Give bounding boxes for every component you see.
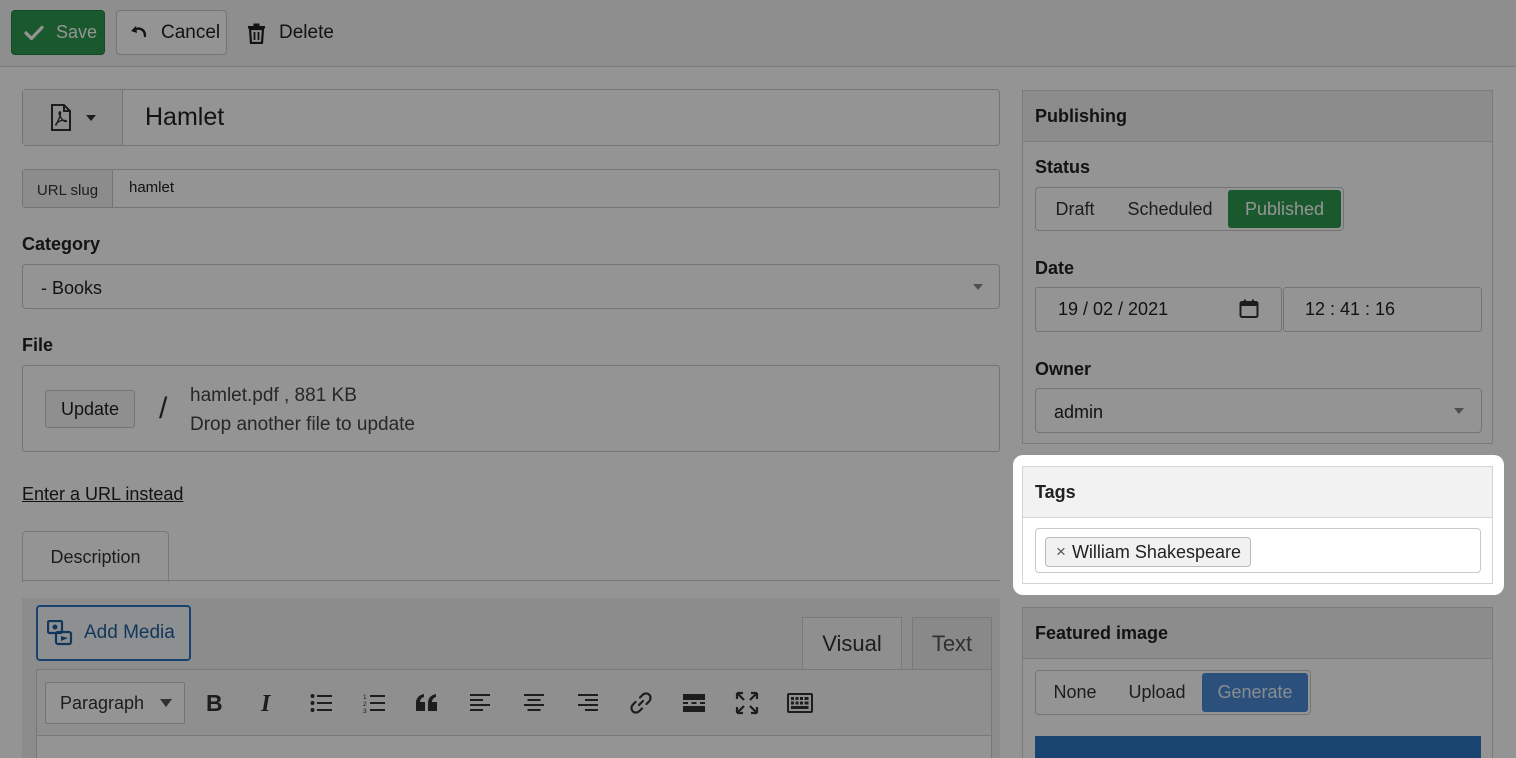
featured-image-segmented-control: None Upload Generate <box>1035 670 1311 715</box>
publishing-heading: Publishing <box>1023 91 1492 142</box>
url-slug-label: URL slug <box>23 170 113 207</box>
owner-select[interactable]: admin <box>1035 388 1482 433</box>
fullscreen-button[interactable] <box>732 688 762 718</box>
featured-none[interactable]: None <box>1038 673 1112 712</box>
status-label: Status <box>1035 157 1091 177</box>
add-media-button[interactable]: Add Media <box>36 605 191 661</box>
tab-text[interactable]: Text <box>912 617 992 670</box>
read-more-icon <box>683 694 705 712</box>
status-published[interactable]: Published <box>1228 190 1341 228</box>
align-center-icon <box>524 694 544 711</box>
trash-icon <box>248 23 265 44</box>
numbered-list-icon: 123 <box>363 694 385 713</box>
top-toolbar <box>0 0 1516 67</box>
paragraph-format-select[interactable]: Paragraph <box>45 682 185 724</box>
separator: / <box>159 392 168 425</box>
italic-icon: I <box>260 692 272 714</box>
date-input[interactable]: 19 / 02 / 2021 <box>1035 287 1282 332</box>
tab-divider <box>22 580 1000 581</box>
toolbar-toggle-button[interactable] <box>785 688 815 718</box>
align-left-icon <box>470 694 490 711</box>
file-label: File <box>22 335 54 355</box>
chevron-down-icon <box>85 114 96 121</box>
chevron-down-icon <box>160 699 173 707</box>
title-input[interactable]: Hamlet <box>145 103 224 132</box>
tab-visual[interactable]: Visual <box>802 617 902 670</box>
url-slug-input[interactable]: hamlet <box>129 179 174 196</box>
read-more-button[interactable] <box>679 688 709 718</box>
time-input[interactable]: 12 : 41 : 16 <box>1283 287 1482 332</box>
featured-upload[interactable]: Upload <box>1112 673 1202 712</box>
tag-chip: × William Shakespeare <box>1045 537 1252 567</box>
title-field: Hamlet <box>22 89 1000 146</box>
file-drop-hint: Drop another file to update <box>190 414 415 435</box>
checkmark-icon <box>24 25 44 40</box>
chevron-down-icon <box>1454 408 1464 414</box>
category-value: - Books <box>41 278 103 298</box>
update-file-button[interactable]: Update <box>45 390 135 428</box>
undo-icon <box>131 25 147 37</box>
editor-content[interactable] <box>36 735 992 758</box>
insert-link-button[interactable] <box>626 688 656 718</box>
format-toolbar: Paragraph B I 123 <box>36 669 992 736</box>
media-icon <box>47 620 73 646</box>
file-name: hamlet.pdf , 881 KB <box>190 385 357 406</box>
delete-label: Delete <box>279 22 334 43</box>
tags-highlight: Tags <box>1013 455 1504 595</box>
owner-label: Owner <box>1035 359 1092 379</box>
bullet-list-button[interactable] <box>306 688 336 718</box>
svg-text:3: 3 <box>363 708 367 713</box>
link-icon <box>630 692 652 714</box>
numbered-list-button[interactable]: 123 <box>359 688 389 718</box>
keyboard-icon <box>787 693 813 713</box>
tab-description[interactable]: Description <box>22 531 169 582</box>
url-slug-field: URL slug hamlet <box>22 169 1000 208</box>
fullscreen-icon <box>735 691 759 715</box>
featured-image-heading: Featured image <box>1023 608 1492 659</box>
time-value: 12 : 41 : 16 <box>1305 299 1396 319</box>
calendar-icon[interactable] <box>1239 299 1259 319</box>
tags-input[interactable]: × William Shakespeare <box>1035 528 1481 573</box>
bold-button[interactable]: B <box>199 688 229 718</box>
delete-button[interactable]: Delete <box>247 12 334 54</box>
publishing-panel: Publishing Status Draft Scheduled Publis… <box>1022 90 1493 444</box>
date-value: 19 / 02 / 2021 <box>1058 299 1169 319</box>
bold-icon: B <box>206 692 223 714</box>
align-right-icon <box>578 694 598 711</box>
quote-icon <box>416 694 437 711</box>
save-label: Save <box>56 22 98 42</box>
align-center-button[interactable] <box>519 688 549 718</box>
chevron-down-icon <box>973 284 983 290</box>
status-draft[interactable]: Draft <box>1038 190 1112 228</box>
cancel-button[interactable]: Cancel <box>116 10 227 55</box>
status-scheduled[interactable]: Scheduled <box>1112 190 1228 228</box>
save-button[interactable]: Save <box>11 10 105 55</box>
tags-heading: Tags <box>1023 467 1492 518</box>
document-type-dropdown[interactable] <box>23 90 123 145</box>
pdf-file-icon <box>50 104 71 131</box>
date-label: Date <box>1035 258 1075 278</box>
category-select[interactable]: - Books <box>22 264 1000 309</box>
owner-value: admin <box>1054 402 1104 422</box>
file-dropzone[interactable]: Update / hamlet.pdf , 881 KB Drop anothe… <box>22 365 1000 452</box>
featured-image-preview <box>1035 736 1481 758</box>
enter-url-link[interactable]: Enter a URL instead <box>22 484 183 505</box>
add-media-label: Add Media <box>84 622 175 643</box>
bullet-list-icon <box>310 694 332 712</box>
cancel-label: Cancel <box>161 21 221 43</box>
svg-text:1: 1 <box>363 694 367 701</box>
align-left-button[interactable] <box>466 688 496 718</box>
paragraph-format-value: Paragraph <box>60 692 145 713</box>
svg-text:2: 2 <box>363 701 367 708</box>
svg-text:I: I <box>260 692 272 714</box>
tag-label: William Shakespeare <box>1071 541 1242 562</box>
remove-tag-icon[interactable]: × <box>1056 542 1066 562</box>
featured-generate[interactable]: Generate <box>1202 673 1308 712</box>
status-segmented-control: Draft Scheduled Published <box>1035 187 1344 231</box>
blockquote-button[interactable] <box>412 688 442 718</box>
italic-button[interactable]: I <box>252 688 282 718</box>
category-label: Category <box>22 234 101 254</box>
svg-text:B: B <box>206 692 223 714</box>
align-right-button[interactable] <box>572 688 602 718</box>
